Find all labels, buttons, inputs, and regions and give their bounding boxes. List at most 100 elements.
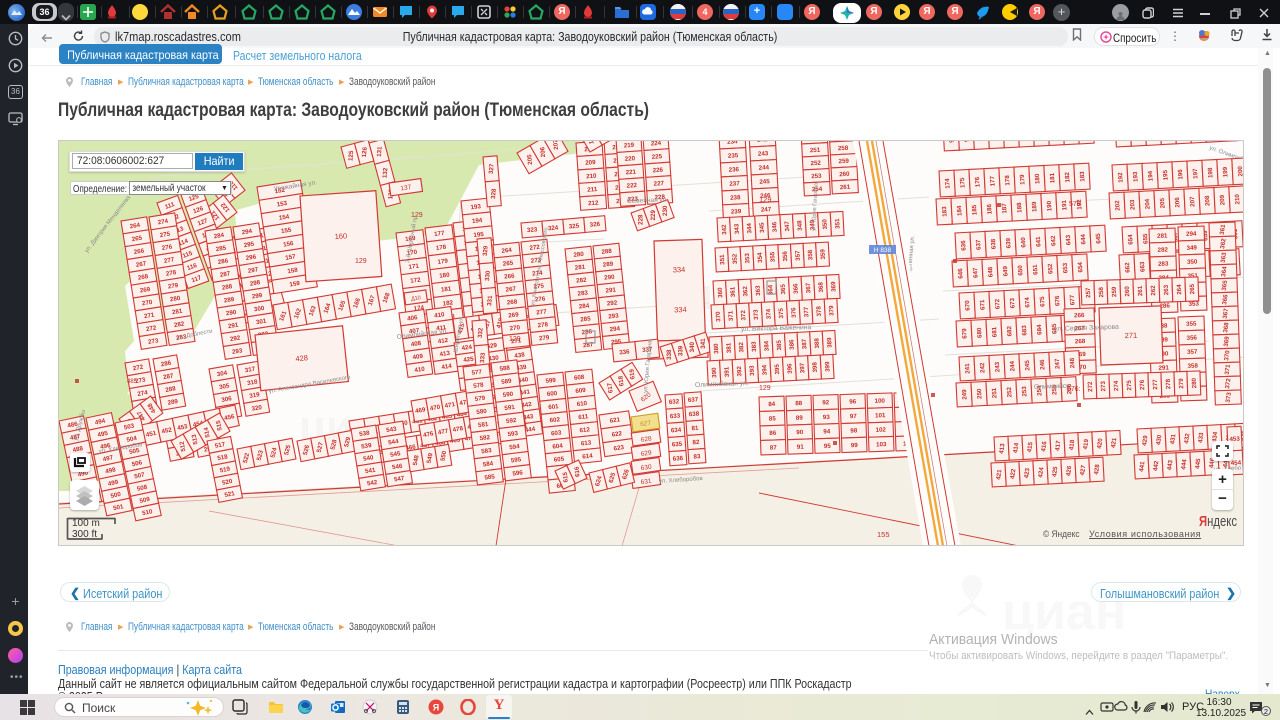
svg-text:388: 388 xyxy=(813,337,821,348)
svg-text:635: 635 xyxy=(672,441,683,449)
svg-text:386: 386 xyxy=(788,339,796,350)
svg-text:195: 195 xyxy=(473,231,485,239)
svg-text:97: 97 xyxy=(850,413,858,420)
svg-text:424: 424 xyxy=(461,344,473,352)
svg-text:336: 336 xyxy=(619,348,631,356)
svg-text:258: 258 xyxy=(838,145,849,153)
svg-text:211: 211 xyxy=(587,186,598,194)
svg-text:279: 279 xyxy=(1178,378,1185,389)
svg-text:188: 188 xyxy=(1016,202,1024,213)
svg-text:384: 384 xyxy=(763,340,771,351)
svg-text:583: 583 xyxy=(481,447,493,455)
svg-text:176: 176 xyxy=(974,176,982,187)
svg-text:338: 338 xyxy=(666,349,673,360)
svg-text:578: 578 xyxy=(473,382,485,390)
svg-text:639: 639 xyxy=(1005,237,1013,248)
svg-text:179: 179 xyxy=(1019,174,1027,185)
svg-text:410: 410 xyxy=(414,366,426,374)
svg-text:281: 281 xyxy=(1157,233,1168,240)
svg-text:444: 444 xyxy=(1180,458,1188,470)
svg-text:399: 399 xyxy=(824,361,832,372)
svg-text:373: 373 xyxy=(753,309,761,320)
svg-text:648: 648 xyxy=(987,266,995,277)
svg-text:238: 238 xyxy=(730,194,741,202)
svg-text:253: 253 xyxy=(811,173,822,181)
svg-text:210: 210 xyxy=(586,173,597,181)
svg-text:160: 160 xyxy=(334,231,347,241)
svg-text:209: 209 xyxy=(585,159,596,167)
svg-text:357: 357 xyxy=(794,250,802,261)
svg-text:350: 350 xyxy=(821,218,829,229)
svg-text:611: 611 xyxy=(578,413,589,421)
svg-text:228: 228 xyxy=(638,214,645,225)
svg-text:245: 245 xyxy=(759,178,770,186)
svg-text:615: 615 xyxy=(562,471,570,482)
svg-text:636: 636 xyxy=(673,455,684,463)
svg-text:383: 383 xyxy=(751,341,759,352)
svg-text:294: 294 xyxy=(1186,231,1197,238)
svg-text:349: 349 xyxy=(1186,245,1197,252)
svg-text:220: 220 xyxy=(625,155,636,163)
svg-text:259: 259 xyxy=(838,158,849,166)
svg-text:671: 671 xyxy=(979,299,987,310)
svg-text:932: 932 xyxy=(963,141,971,142)
svg-text:662: 662 xyxy=(1124,262,1132,273)
svg-text:183: 183 xyxy=(1079,171,1087,182)
svg-text:653: 653 xyxy=(1062,262,1070,273)
svg-text:184: 184 xyxy=(956,205,964,216)
svg-text:129: 129 xyxy=(759,195,772,204)
svg-text:485: 485 xyxy=(127,379,138,385)
svg-text:87: 87 xyxy=(770,444,778,451)
svg-text:381: 381 xyxy=(725,342,733,353)
svg-text:266: 266 xyxy=(1074,312,1085,319)
svg-text:351: 351 xyxy=(834,218,842,229)
svg-text:409: 409 xyxy=(412,353,424,361)
svg-text:280: 280 xyxy=(1191,377,1198,388)
svg-text:339: 339 xyxy=(677,345,684,356)
svg-text:96: 96 xyxy=(849,398,857,405)
svg-text:209: 209 xyxy=(1219,194,1227,205)
svg-text:640: 640 xyxy=(1020,237,1028,248)
svg-text:173: 173 xyxy=(587,141,596,145)
svg-text:371: 371 xyxy=(727,310,735,321)
svg-text:609: 609 xyxy=(575,387,587,395)
svg-text:270: 270 xyxy=(509,324,521,332)
svg-text:81: 81 xyxy=(691,425,699,433)
svg-text:347: 347 xyxy=(784,220,792,231)
svg-text:433: 433 xyxy=(1197,432,1205,444)
svg-text:226: 226 xyxy=(652,167,663,175)
svg-text:364: 364 xyxy=(1220,265,1228,277)
svg-text:622: 622 xyxy=(611,430,623,438)
svg-text:222: 222 xyxy=(626,182,637,190)
svg-text:654: 654 xyxy=(1127,234,1135,245)
svg-text:617: 617 xyxy=(606,382,614,394)
svg-text:642: 642 xyxy=(1050,235,1058,246)
svg-text:397: 397 xyxy=(799,362,807,373)
svg-text:221: 221 xyxy=(625,169,636,177)
svg-text:577: 577 xyxy=(471,368,483,376)
svg-text:334: 334 xyxy=(673,265,686,274)
svg-text:636: 636 xyxy=(960,240,968,251)
svg-text:346: 346 xyxy=(771,221,779,232)
svg-text:355: 355 xyxy=(769,251,777,262)
svg-text:623: 623 xyxy=(613,444,625,452)
svg-text:244: 244 xyxy=(1009,360,1017,371)
svg-text:684: 684 xyxy=(1036,324,1044,335)
svg-text:634: 634 xyxy=(671,427,682,435)
svg-text:333: 333 xyxy=(479,352,487,363)
svg-text:264: 264 xyxy=(1176,284,1183,295)
svg-text:340: 340 xyxy=(689,342,696,353)
svg-text:352: 352 xyxy=(731,253,739,264)
svg-text:590: 590 xyxy=(502,391,514,399)
svg-text:592: 592 xyxy=(506,417,518,425)
svg-text:242: 242 xyxy=(979,362,987,373)
svg-text:94: 94 xyxy=(823,428,831,435)
svg-text:207: 207 xyxy=(552,141,560,150)
svg-text:267: 267 xyxy=(505,286,517,294)
svg-text:202: 202 xyxy=(1114,200,1122,211)
svg-text:323: 323 xyxy=(527,226,538,234)
svg-text:236: 236 xyxy=(729,166,740,174)
svg-text:102: 102 xyxy=(875,427,886,434)
svg-text:425: 425 xyxy=(1051,466,1059,478)
svg-text:356: 356 xyxy=(1186,335,1197,342)
